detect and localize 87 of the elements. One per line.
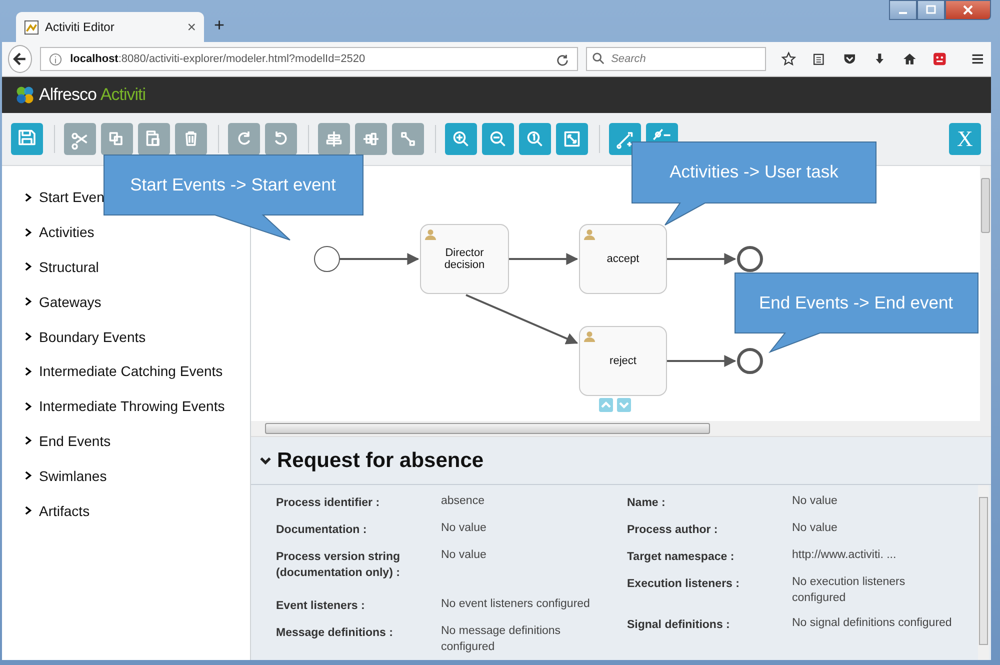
task-label: Director decision	[443, 246, 486, 272]
end-event	[737, 348, 763, 374]
logo-icon	[14, 84, 36, 106]
palette-group[interactable]: Gateways	[39, 294, 102, 310]
palette-group[interactable]: Artifacts	[39, 502, 90, 519]
reload-icon[interactable]	[556, 52, 570, 66]
process-title: Request for absence	[277, 448, 484, 472]
chevron-right-icon[interactable]	[25, 471, 32, 480]
zoom-out-button[interactable]	[482, 123, 514, 155]
new-tab-button[interactable]: +	[214, 15, 225, 36]
minimize-button[interactable]	[889, 0, 917, 20]
user-icon	[584, 229, 595, 240]
task-label: reject	[608, 354, 638, 368]
palette-group[interactable]: Swimlanes	[39, 468, 107, 484]
product-name: Activiti	[100, 85, 146, 105]
scrollbar[interactable]	[251, 421, 991, 437]
property-label: Process author :	[627, 523, 719, 538]
property-label: Target namespace :	[627, 550, 736, 565]
callout-text: End Events -> End event	[758, 292, 954, 314]
chevron-right-icon[interactable]	[25, 192, 32, 202]
property-label: Name :	[627, 496, 666, 511]
extension-icon[interactable]	[932, 50, 948, 68]
chevron-right-icon[interactable]	[25, 366, 32, 376]
palette-group[interactable]: Boundary Events	[39, 328, 146, 345]
palette-group[interactable]: Intermediate Throwing Events	[39, 398, 225, 414]
palette-group[interactable]: Intermediate Catching Events	[39, 363, 223, 380]
property-value[interactable]: No value	[792, 493, 952, 511]
chevron-right-icon[interactable]	[25, 506, 32, 516]
user-icon	[425, 229, 436, 240]
end-event	[737, 246, 763, 272]
property-value[interactable]: No signal definitions configured	[792, 615, 952, 633]
favicon-icon	[24, 20, 39, 34]
search-field[interactable]: Search	[586, 47, 766, 71]
palette-group[interactable]: Start Even	[39, 189, 104, 206]
property-value[interactable]: absence	[441, 493, 601, 511]
close-icon	[963, 5, 973, 15]
browser-tab[interactable]: Activiti Editor ×	[16, 12, 204, 42]
palette-group[interactable]: Structural	[39, 258, 99, 275]
scrollbar[interactable]	[980, 166, 991, 421]
chevron-right-icon[interactable]	[25, 332, 32, 342]
property-label: Signal definitions :	[627, 618, 731, 633]
sequence-flow	[667, 355, 736, 367]
back-button[interactable]	[8, 45, 32, 73]
property-value[interactable]: No value	[441, 547, 601, 587]
user-icon	[584, 331, 595, 342]
sequence-flow	[667, 253, 736, 265]
address-bar[interactable]: localhost:8080/activiti-explorer/modeler.html?modelId=2520	[40, 47, 578, 71]
chevron-right-icon[interactable]	[25, 402, 32, 411]
property-value[interactable]: No event listeners configured	[441, 596, 601, 614]
chevron-right-icon[interactable]	[25, 228, 32, 237]
zoom-reset-button[interactable]	[519, 123, 551, 155]
star-icon[interactable]	[781, 50, 796, 68]
property-value[interactable]: http://www.activiti. ...	[792, 547, 952, 565]
search-icon	[592, 52, 606, 65]
palette-group[interactable]: Activities	[39, 224, 94, 240]
chevron-right-icon[interactable]	[25, 297, 32, 306]
brand-name: Alfresco	[39, 85, 96, 105]
property-value[interactable]: No message definitions configured	[441, 623, 601, 655]
zoom-in-button[interactable]	[445, 123, 477, 155]
maximize-button[interactable]	[917, 0, 945, 20]
chevron-right-icon[interactable]	[25, 262, 32, 272]
scrollbar[interactable]	[978, 485, 989, 660]
property-label: Process version string (documentation only) :	[276, 550, 401, 581]
callout-text: Activities -> User task	[670, 162, 838, 182]
property-value[interactable]: No execution listeners configured	[792, 574, 952, 606]
tab-title: Activiti Editor	[45, 20, 116, 34]
close-button[interactable]	[945, 0, 991, 20]
property-label: Execution listeners :	[627, 577, 740, 592]
property-label: Message definitions :	[276, 626, 394, 641]
fit-button[interactable]	[556, 123, 588, 155]
sequence-flow	[509, 253, 578, 265]
palette-group[interactable]: End Events	[39, 432, 111, 449]
property-label: Process identifier :	[276, 496, 381, 511]
chevron-down-icon[interactable]	[260, 456, 271, 465]
save-button[interactable]	[11, 123, 43, 155]
tab-close-button[interactable]: ×	[187, 18, 196, 36]
remove-point-icon	[652, 128, 672, 140]
info-icon	[49, 52, 62, 66]
chevron-right-icon[interactable]	[25, 436, 32, 446]
task-label: accept	[606, 252, 640, 266]
property-label: Documentation :	[276, 523, 368, 538]
start-event	[314, 246, 340, 272]
property-value[interactable]: No value	[792, 520, 952, 538]
property-value[interactable]: No value	[441, 520, 601, 538]
minimize-icon	[899, 12, 907, 14]
callout-text: Start Events -> Start event	[130, 174, 336, 196]
property-label: Event listeners :	[276, 599, 366, 614]
